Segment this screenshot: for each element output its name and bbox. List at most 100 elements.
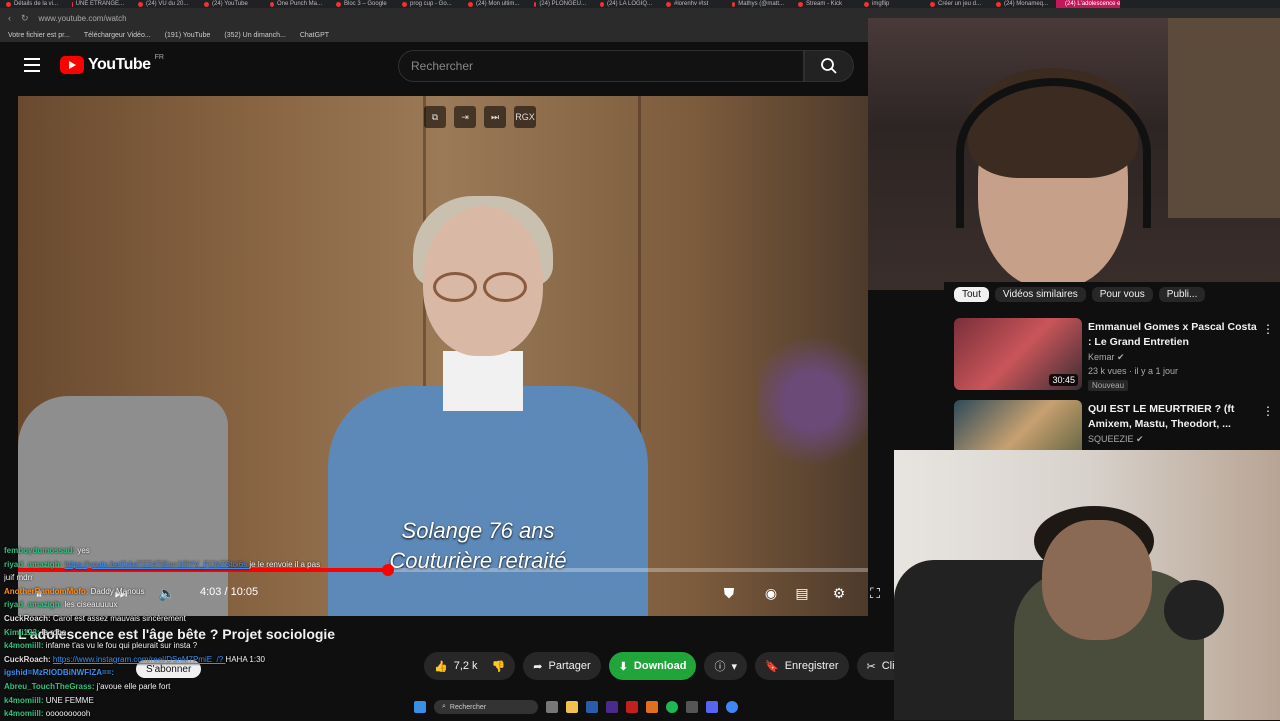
chat-text: infame t'as vu le fou qui pleurait sur i… — [45, 641, 198, 651]
chrome-icon[interactable] — [726, 701, 738, 713]
settings-icon[interactable]: ⚙ — [826, 580, 852, 606]
video-thumbnail[interactable]: 30:45 — [954, 318, 1082, 390]
tab-label: #lorenhv #tst — [674, 1, 709, 7]
bookmark-item[interactable]: (352) Un dimanch... — [224, 32, 285, 39]
filter-chip[interactable]: Vidéos similaires — [994, 287, 1086, 302]
recommendation-title[interactable]: QUI EST LE MEURTRIER ? (ft Amixem, Mastu… — [1088, 402, 1258, 432]
youtube-logo[interactable]: YouTube FR — [60, 54, 164, 74]
chat-username[interactable]: Kimji123: — [4, 628, 42, 637]
favicon-icon — [72, 1, 73, 7]
favicon-icon — [138, 1, 143, 7]
channel-name[interactable]: Kemar ✔ — [1088, 352, 1125, 363]
bookmark-item[interactable]: Téléchargeur Vidéo... — [84, 32, 151, 39]
save-button[interactable]: 🔖 Enregistrer — [755, 652, 849, 680]
chat-link[interactable]: https://www.instagram.com/reel/DSnM7PmiE… — [53, 655, 226, 664]
task-view-icon[interactable] — [546, 701, 558, 713]
chat-username[interactable]: Abreu_TouchTheGrass: — [4, 682, 97, 691]
like-button[interactable]: 👍 7,2 k 👎 — [424, 652, 516, 680]
download-button[interactable]: ⬇ Download — [608, 652, 697, 680]
chat-username[interactable]: CuckRoach: — [4, 655, 53, 664]
windows-start-icon[interactable] — [414, 701, 426, 713]
more-options-icon[interactable]: ⋮ — [1262, 404, 1274, 418]
tab-label: Stream - Kick — [806, 1, 843, 7]
overlay-toolbar: ⧉ ⇥ ⏭ RGX — [424, 106, 536, 128]
exit-icon[interactable]: ⇥ — [454, 106, 476, 128]
premiere-icon[interactable] — [606, 701, 618, 713]
bookmark-item[interactable]: Votre fichier est pr... — [8, 32, 70, 39]
browser-tab[interactable]: (24) Mon ultim... — [462, 0, 526, 8]
browser-tab[interactable]: (24) L'adolescence e... — [1056, 0, 1120, 8]
search-input[interactable]: Rechercher — [398, 50, 804, 82]
chat-username[interactable]: riyad_amazigh: — [4, 600, 64, 609]
favicon-icon — [666, 1, 671, 7]
browser-tab[interactable]: Détails de la vi... — [0, 0, 64, 8]
autoplay-toggle-icon[interactable]: ◉ — [758, 580, 784, 606]
browser-tab[interactable]: (24) Monameq... — [990, 0, 1054, 8]
browser-tab[interactable]: Stream - Kick — [792, 0, 856, 8]
browser-tab[interactable]: One Punch Ma... — [264, 0, 328, 8]
back-icon[interactable]: ‹ — [8, 13, 11, 23]
app-icon[interactable] — [646, 701, 658, 713]
opera-icon[interactable] — [626, 701, 638, 713]
chat-username[interactable]: AnotherRandomMofo: — [4, 587, 91, 596]
share-label: Partager — [548, 660, 591, 672]
browser-tab[interactable]: #lorenhv #tst — [660, 0, 724, 8]
browser-tab[interactable]: prog cup - Go... — [396, 0, 460, 8]
download-options-button[interactable]: ⓘ ▾ — [704, 652, 747, 680]
tab-label: Créer un jeu d... — [938, 1, 982, 7]
filter-chip[interactable]: Tout — [954, 287, 989, 302]
popout-icon[interactable]: ⧉ — [424, 106, 446, 128]
video-thumbnail[interactable] — [954, 400, 1082, 450]
browser-tab[interactable]: Bloc 3 – Google — [330, 0, 394, 8]
chat-username[interactable]: femboydumossad: — [4, 546, 77, 555]
menu-icon[interactable] — [24, 58, 40, 72]
browser-tab[interactable]: imgflip — [858, 0, 922, 8]
shield-icon[interactable]: ⛊ — [716, 580, 742, 606]
overlay-badge[interactable]: RGX — [514, 106, 536, 128]
bookmark-item[interactable]: (191) YouTube — [165, 32, 211, 39]
share-button[interactable]: ➦ Partager — [523, 652, 601, 680]
taskbar-search[interactable]: ⌕ Rechercher — [434, 700, 538, 714]
spotify-icon[interactable] — [666, 701, 678, 713]
chat-message: riyad_amazigh: https://youtu.be/G4xl7ZZ4… — [4, 558, 404, 572]
file-explorer-icon[interactable] — [566, 701, 578, 713]
video-player[interactable]: ⧉ ⇥ ⏭ RGX Solange 76 ans Couturière retr… — [18, 96, 868, 616]
chat-text: juif mdrr — [4, 573, 33, 583]
chat-link[interactable]: https://youtu.be/G4xl7ZZ4TiEn=1f3YV_FCNZ… — [64, 560, 249, 569]
browser-tab[interactable]: Créer un jeu d... — [924, 0, 988, 8]
browser-tab[interactable]: Mathys (@matt... — [726, 0, 790, 8]
chat-username[interactable]: k4momiill: — [4, 641, 46, 650]
chat-username[interactable]: riyad_amazigh: — [4, 560, 64, 569]
browser-tab[interactable]: UNE ETRANGE... — [66, 0, 130, 8]
chat-username[interactable]: k4momiill: — [4, 696, 46, 705]
browser-tab[interactable]: (24) PLONGEU... — [528, 0, 592, 8]
stream-chat: femboydumossad: yes riyad_amazigh: https:… — [4, 544, 404, 721]
discord-icon[interactable] — [706, 701, 718, 713]
browser-tab[interactable]: (24) LA LOGIQ... — [594, 0, 658, 8]
subtitles-icon[interactable]: ▤ — [789, 580, 815, 606]
video-meta: 23 k vues · il y a 1 jour — [1088, 366, 1179, 376]
dislike-icon[interactable]: 👎 — [492, 660, 506, 673]
chat-username[interactable]: igshid=MzRIODBiNWFlZA==: — [4, 668, 114, 677]
chat-username[interactable]: k4momiill: — [4, 709, 46, 718]
recommendation-item[interactable]: 30:45 Emmanuel Gomes x Pascal Costa : Le… — [954, 318, 1274, 391]
chat-username[interactable]: CuckRoach: — [4, 614, 53, 623]
url-field[interactable]: www.youtube.com/watch — [39, 14, 127, 23]
more-options-icon[interactable]: ⋮ — [1262, 322, 1274, 336]
photoshop-icon[interactable] — [586, 701, 598, 713]
app-icon[interactable] — [686, 701, 698, 713]
skip-icon[interactable]: ⏭ — [484, 106, 506, 128]
logo-text: YouTube — [88, 56, 151, 73]
channel-name[interactable]: SQUEEZIE ✔ — [1088, 434, 1144, 445]
chat-text: Carol est assez mauvais sincèrement — [52, 613, 186, 623]
filter-chip[interactable]: Publi... — [1158, 287, 1206, 302]
bookmark-item[interactable]: ChatGPT — [300, 32, 329, 39]
recommendation-item[interactable]: QUI EST LE MEURTRIER ? (ft Amixem, Mastu… — [954, 400, 1274, 450]
recommendation-title[interactable]: Emmanuel Gomes x Pascal Costa : Le Grand… — [1088, 320, 1258, 350]
browser-tab[interactable]: (24) VU du 20... — [132, 0, 196, 8]
filter-chip[interactable]: Pour vous — [1091, 287, 1153, 302]
fullscreen-icon[interactable]: ⛶ — [862, 580, 888, 606]
search-button[interactable] — [804, 50, 854, 82]
browser-tab[interactable]: (24) YouTube — [198, 0, 262, 8]
reload-icon[interactable]: ↻ — [21, 13, 29, 24]
